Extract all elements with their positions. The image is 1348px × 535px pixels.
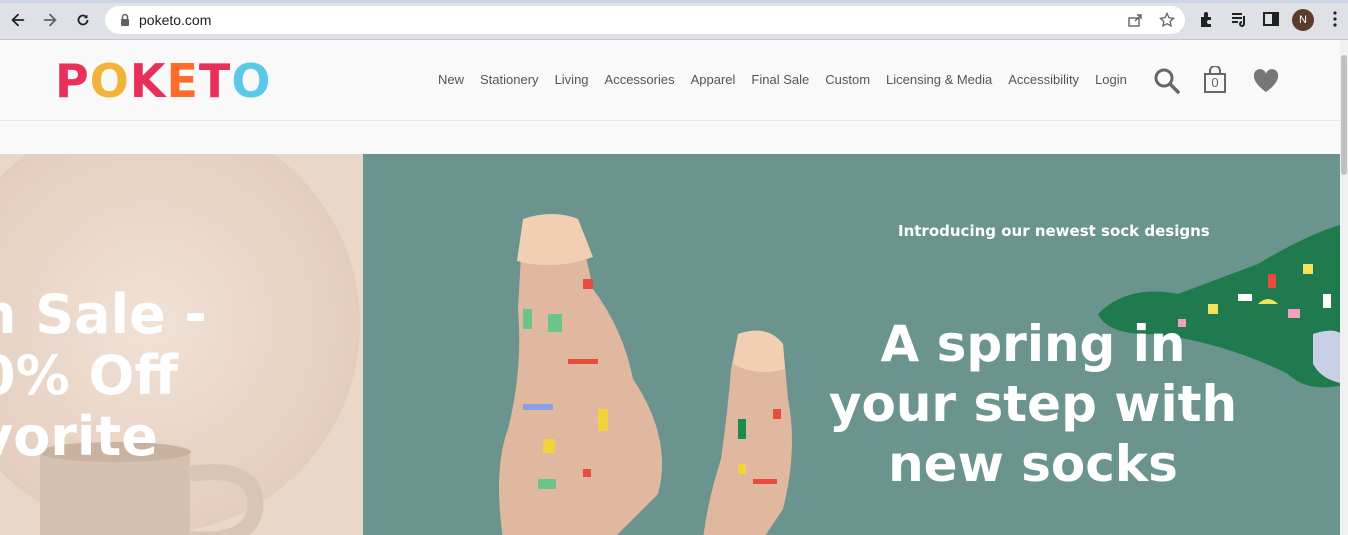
socks-photo bbox=[499, 214, 792, 535]
slide-line: 0% Off bbox=[0, 344, 179, 407]
poketo-logo[interactable]: P O K E T O bbox=[55, 54, 271, 108]
headline-line: A spring in bbox=[880, 315, 1186, 373]
headline-line: your step with bbox=[828, 375, 1238, 433]
browser-menu-icon[interactable] bbox=[1326, 10, 1344, 28]
logo-letter: E bbox=[166, 54, 199, 108]
forward-button[interactable] bbox=[38, 8, 62, 32]
heart-icon[interactable] bbox=[1252, 68, 1280, 94]
logo-letter: O bbox=[231, 54, 272, 108]
nav-new[interactable]: New bbox=[438, 72, 464, 87]
media-queue-icon[interactable] bbox=[1230, 10, 1248, 28]
tab-strip-edge bbox=[0, 0, 1348, 3]
reload-button[interactable] bbox=[71, 8, 95, 32]
extensions-icon[interactable] bbox=[1198, 10, 1216, 28]
nav-accessibility[interactable]: Accessibility bbox=[1008, 72, 1079, 87]
logo-letter: O bbox=[89, 54, 130, 108]
slide-line: n Sale - bbox=[0, 283, 207, 346]
search-icon[interactable] bbox=[1153, 67, 1181, 95]
address-bar[interactable]: poketo.com bbox=[105, 6, 1185, 34]
logo-letter: P bbox=[55, 54, 90, 108]
nav-stationery[interactable]: Stationery bbox=[480, 72, 539, 87]
page-scrollbar[interactable] bbox=[1340, 40, 1348, 535]
url-text: poketo.com bbox=[139, 12, 212, 28]
nav-apparel[interactable]: Apparel bbox=[691, 72, 736, 87]
reload-icon bbox=[77, 14, 89, 26]
nav-final-sale[interactable]: Final Sale bbox=[751, 72, 809, 87]
main-navigation: New Stationery Living Accessories Appare… bbox=[438, 72, 1127, 87]
nav-licensing-media[interactable]: Licensing & Media bbox=[886, 72, 992, 87]
hero-slide-active[interactable]: Introducing our newest sock designs A sp… bbox=[363, 154, 1340, 535]
back-arrow-icon bbox=[11, 13, 25, 27]
back-button[interactable] bbox=[6, 8, 30, 32]
share-icon[interactable] bbox=[1127, 12, 1143, 28]
scrollbar-thumb[interactable] bbox=[1341, 55, 1347, 175]
site-header: P O K E T O New Stationery Living Access… bbox=[0, 40, 1340, 121]
browser-chrome: poketo.com N bbox=[0, 0, 1348, 40]
hero-headline: A spring in your step with new socks bbox=[818, 314, 1248, 494]
slide-line: vorite bbox=[0, 405, 158, 468]
headline-line: new socks bbox=[888, 435, 1178, 493]
profile-avatar[interactable]: N bbox=[1292, 9, 1314, 31]
nav-custom[interactable]: Custom bbox=[825, 72, 870, 87]
forward-arrow-icon bbox=[43, 13, 57, 27]
nav-login[interactable]: Login bbox=[1095, 72, 1127, 87]
logo-letter: T bbox=[198, 54, 232, 108]
nav-living[interactable]: Living bbox=[555, 72, 589, 87]
cart-count: 0 bbox=[1211, 75, 1219, 90]
logo-letter: K bbox=[129, 54, 167, 108]
previous-slide-text: n Sale - 0% Off vorite bbox=[0, 284, 209, 467]
side-panel-icon[interactable] bbox=[1262, 10, 1280, 28]
bookmark-star-icon[interactable] bbox=[1159, 12, 1175, 28]
header-spacer bbox=[0, 121, 1340, 154]
lock-icon bbox=[121, 13, 129, 26]
cart-button[interactable]: 0 bbox=[1203, 65, 1227, 94]
nav-accessories[interactable]: Accessories bbox=[605, 72, 675, 87]
hero-intro-text: Introducing our newest sock designs bbox=[898, 222, 1210, 240]
